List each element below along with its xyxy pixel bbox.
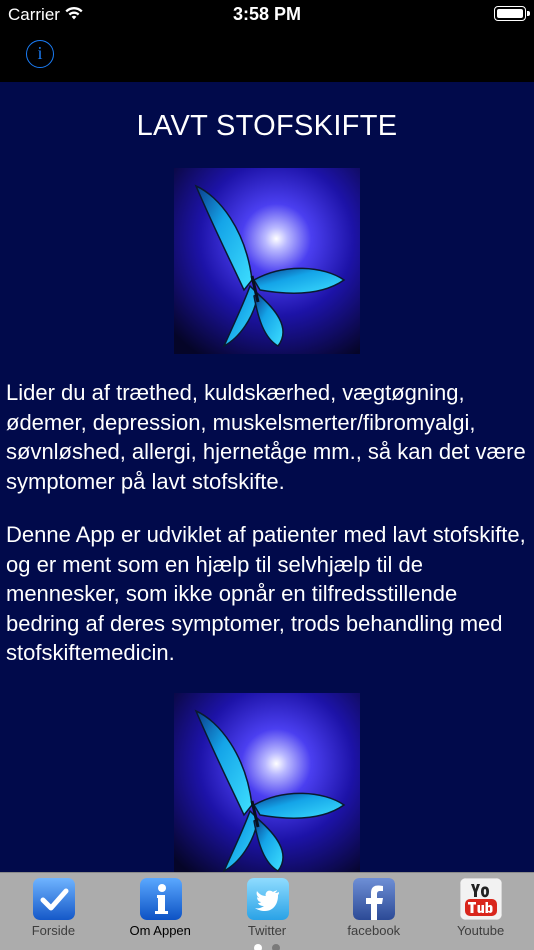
page-title: LAVT STOFSKIFTE (136, 110, 398, 142)
tab-label: Youtube (456, 923, 505, 938)
status-bar: Carrier 3:58 PM (0, 0, 534, 28)
facebook-icon (353, 878, 396, 920)
about-paragraph: Denne App er udviklet af patienter med l… (6, 522, 526, 665)
twitter-bird-icon (246, 878, 289, 920)
page-dot[interactable] (272, 944, 281, 950)
butterfly-image (174, 168, 360, 354)
tab-label: facebook (347, 923, 401, 938)
battery-fill (497, 9, 523, 18)
info-button[interactable]: i (26, 40, 54, 68)
tab-label: Forside (31, 923, 76, 938)
page-indicator[interactable] (0, 939, 534, 950)
clock: 3:58 PM (232, 4, 302, 24)
main-content[interactable]: LAVT STOFSKIFTE Lider du af træthed, kul… (0, 82, 534, 872)
battery-icon (494, 6, 530, 21)
info-icon (139, 878, 182, 920)
checkmark-icon (33, 878, 75, 920)
youtube-icon (460, 878, 503, 920)
tab-label: Twitter (247, 923, 287, 938)
navigation-bar: i (0, 28, 534, 82)
tab-label: Om Appen (129, 923, 191, 938)
page-dot[interactable] (253, 944, 262, 950)
intro-paragraph: Lider du af træthed, kuldskærhed, vægtøg… (6, 380, 526, 494)
butterfly-image (174, 693, 360, 872)
tab-bar: Forside Om Appen Twitter facebook Youtub… (0, 872, 534, 950)
